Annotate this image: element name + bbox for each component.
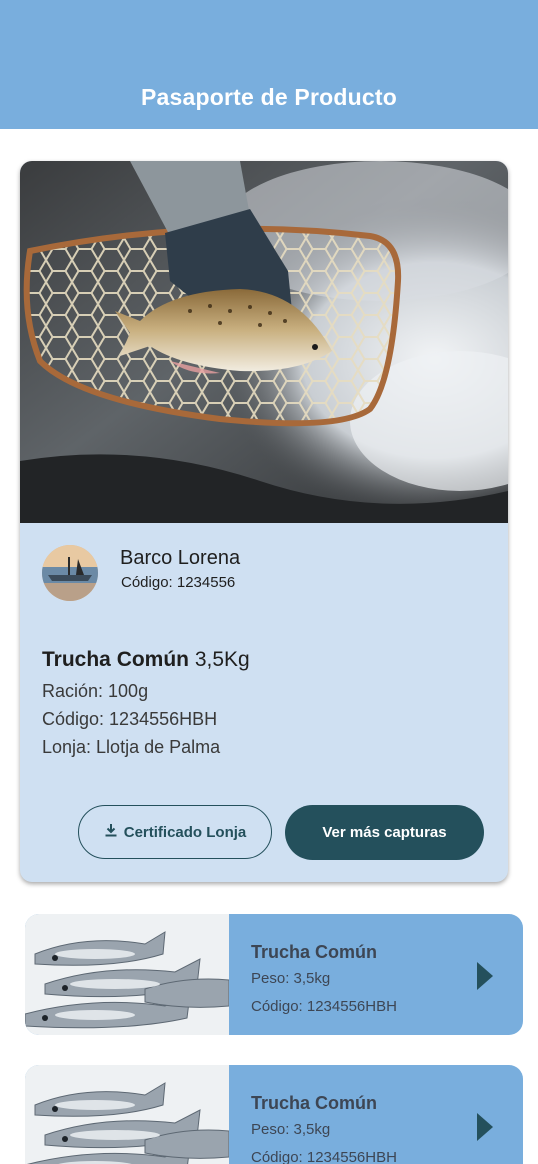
capture-code: Código: 1234556HBH xyxy=(251,1149,397,1164)
certificate-button[interactable]: Certificado Lonja xyxy=(78,805,272,859)
app-header: Pasaporte de Producto xyxy=(0,0,538,129)
capture-card[interactable]: Trucha Común Peso: 3,5kg Código: 1234556… xyxy=(25,914,523,1035)
capture-info: Trucha Común Peso: 3,5kg Código: 1234556… xyxy=(229,914,523,1035)
capture-name: Trucha Común xyxy=(251,1093,378,1113)
more-captures-button[interactable]: Ver más capturas xyxy=(285,805,484,860)
product-code: Código: 1234556HBH xyxy=(42,709,218,729)
vessel-code: Código: 1234556 xyxy=(121,574,236,591)
capture-card[interactable]: Trucha Común Peso: 3,5kg Código: 1234556… xyxy=(25,1065,523,1164)
capture-info: Trucha Común Peso: 3,5kg Código: 1234556… xyxy=(229,1065,523,1164)
product-card: Barco Lorena Código: 1234556 Trucha Comú… xyxy=(20,161,508,882)
more-captures-button-label: Ver más capturas xyxy=(322,824,447,841)
page-title: Pasaporte de Producto xyxy=(141,84,397,110)
capture-photo xyxy=(25,914,230,1035)
vessel-name: Barco Lorena xyxy=(120,547,241,569)
product-ration: Ración: 100g xyxy=(42,681,149,701)
vessel-avatar xyxy=(42,545,98,601)
chevron-right-icon[interactable] xyxy=(477,962,493,990)
app-screen: Pasaporte de Producto Barco Lorena Códig… xyxy=(0,0,538,1164)
product-heading: Trucha Común 3,5Kg xyxy=(42,648,250,672)
certificate-button-label: Certificado Lonja xyxy=(123,823,247,841)
capture-code: Código: 1234556HBH xyxy=(251,998,397,1015)
capture-photo xyxy=(25,1065,230,1164)
product-weight: 3,5Kg xyxy=(194,648,250,671)
download-icon xyxy=(104,823,118,841)
product-name: Trucha Común xyxy=(42,648,190,671)
chevron-right-icon[interactable] xyxy=(477,1113,493,1141)
product-photo xyxy=(20,161,508,523)
product-market: Lonja: Llotja de Palma xyxy=(42,737,221,757)
capture-weight: Peso: 3,5kg xyxy=(251,1121,331,1138)
capture-name: Trucha Común xyxy=(251,942,378,962)
capture-weight: Peso: 3,5kg xyxy=(251,970,331,987)
